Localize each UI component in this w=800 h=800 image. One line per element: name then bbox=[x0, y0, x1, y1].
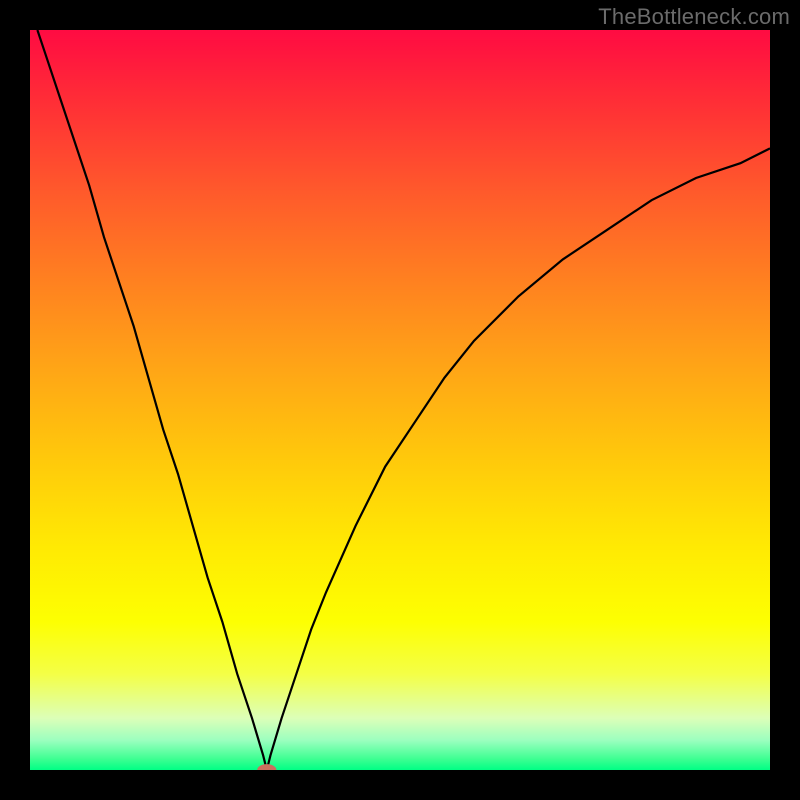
bottleneck-curve bbox=[37, 30, 770, 770]
plot-area bbox=[30, 30, 770, 770]
chart-curve-svg bbox=[30, 30, 770, 770]
optimum-marker bbox=[257, 764, 276, 770]
watermark-label: TheBottleneck.com bbox=[598, 4, 790, 30]
chart-frame: TheBottleneck.com bbox=[0, 0, 800, 800]
